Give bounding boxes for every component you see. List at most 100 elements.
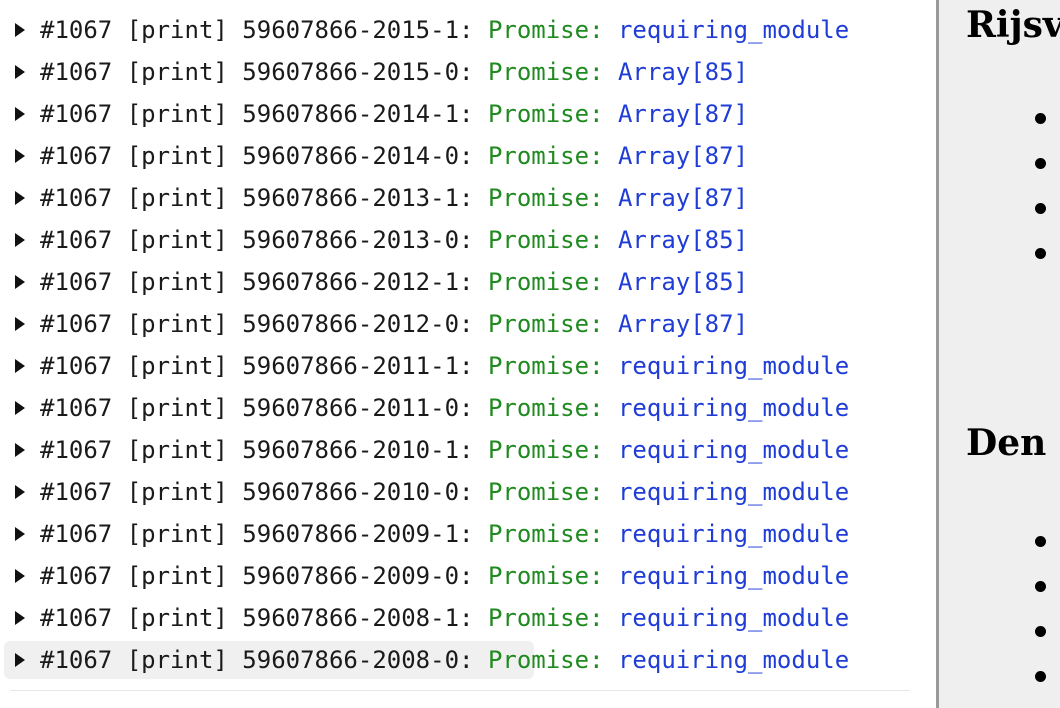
message-type-label: Promise: — [487, 646, 604, 674]
expand-triangle-icon[interactable] — [15, 443, 25, 457]
list-bullet — [1035, 158, 1046, 169]
expand-triangle-icon[interactable] — [15, 569, 25, 583]
message-prefix: #1067 [print] 59607866-2011-0: — [40, 394, 474, 422]
message-prefix: #1067 [print] 59607866-2015-0: — [40, 58, 474, 86]
page-heading-2: Den — [966, 422, 1047, 464]
console-message-text: #1067 [print] 59607866-2012-1: Promise: … — [40, 261, 748, 303]
expand-triangle-icon[interactable] — [15, 653, 25, 667]
message-prefix: #1067 [print] 59607866-2015-1: — [40, 16, 474, 44]
message-value[interactable]: Array[87] — [618, 100, 748, 128]
expand-triangle-icon[interactable] — [15, 485, 25, 499]
expand-triangle-icon[interactable] — [15, 65, 25, 79]
message-value[interactable]: requiring_module — [618, 394, 849, 422]
webpage-viewport: Rijsv Den — [939, 0, 1060, 708]
message-prefix: #1067 [print] 59607866-2008-1: — [40, 604, 474, 632]
expand-triangle-icon[interactable] — [15, 401, 25, 415]
message-prefix: #1067 [print] 59607866-2010-1: — [40, 436, 474, 464]
expand-triangle-icon[interactable] — [15, 149, 25, 163]
list-bullet — [1035, 581, 1046, 592]
console-message-text: #1067 [print] 59607866-2013-1: Promise: … — [40, 177, 748, 219]
message-value[interactable]: requiring_module — [618, 646, 849, 674]
message-type-label: Promise: — [487, 142, 604, 170]
console-message-row[interactable]: #1067 [print] 59607866-2013-0: Promise: … — [0, 219, 936, 261]
page-heading-1: Rijsv — [966, 4, 1060, 46]
expand-triangle-icon[interactable] — [15, 275, 25, 289]
message-value[interactable]: Array[87] — [618, 310, 748, 338]
message-prefix: #1067 [print] 59607866-2008-0: — [40, 646, 474, 674]
console-message-row[interactable]: #1067 [print] 59607866-2010-1: Promise: … — [0, 429, 936, 471]
expand-triangle-icon[interactable] — [15, 359, 25, 373]
expand-triangle-icon[interactable] — [15, 23, 25, 37]
message-type-label: Promise: — [487, 268, 604, 296]
console-message-row[interactable]: #1067 [print] 59607866-2012-0: Promise: … — [0, 303, 936, 345]
console-message-text: #1067 [print] 59607866-2008-1: Promise: … — [40, 597, 849, 639]
console-message-row[interactable]: #1067 [print] 59607866-2008-0: Promise: … — [0, 639, 936, 681]
message-type-label: Promise: — [487, 226, 604, 254]
console-message-row[interactable]: #1067 [print] 59607866-2011-1: Promise: … — [0, 345, 936, 387]
message-prefix: #1067 [print] 59607866-2009-1: — [40, 520, 474, 548]
expand-triangle-icon[interactable] — [15, 233, 25, 247]
console-message-text: #1067 [print] 59607866-2010-0: Promise: … — [40, 471, 849, 513]
message-prefix: #1067 [print] 59607866-2010-0: — [40, 478, 474, 506]
console-message-row[interactable]: #1067 [print] 59607866-2009-0: Promise: … — [0, 555, 936, 597]
message-value[interactable]: requiring_module — [618, 562, 849, 590]
console-message-text: #1067 [print] 59607866-2012-0: Promise: … — [40, 303, 748, 345]
message-type-label: Promise: — [487, 394, 604, 422]
console-message-text: #1067 [print] 59607866-2010-1: Promise: … — [40, 429, 849, 471]
message-type-label: Promise: — [487, 100, 604, 128]
message-value[interactable]: Array[85] — [618, 268, 748, 296]
console-message-row[interactable]: #1067 [print] 59607866-2008-1: Promise: … — [0, 597, 936, 639]
list-bullet — [1035, 671, 1046, 682]
list-bullet — [1035, 113, 1046, 124]
message-type-label: Promise: — [487, 16, 604, 44]
message-type-label: Promise: — [487, 436, 604, 464]
message-value[interactable]: requiring_module — [618, 520, 849, 548]
expand-triangle-icon[interactable] — [15, 191, 25, 205]
message-type-label: Promise: — [487, 58, 604, 86]
console-message-text: #1067 [print] 59607866-2011-1: Promise: … — [40, 345, 849, 387]
message-value[interactable]: requiring_module — [618, 352, 849, 380]
console-message-text: #1067 [print] 59607866-2014-1: Promise: … — [40, 93, 748, 135]
console-message-row[interactable]: #1067 [print] 59607866-2014-0: Promise: … — [0, 135, 936, 177]
message-type-label: Promise: — [487, 520, 604, 548]
message-value[interactable]: requiring_module — [618, 604, 849, 632]
message-prefix: #1067 [print] 59607866-2009-0: — [40, 562, 474, 590]
message-value[interactable]: Array[85] — [618, 226, 748, 254]
console-message-row[interactable]: #1067 [print] 59607866-2013-1: Promise: … — [0, 177, 936, 219]
console-message-row[interactable]: #1067 [print] 59607866-2012-1: Promise: … — [0, 261, 936, 303]
message-prefix: #1067 [print] 59607866-2012-0: — [40, 310, 474, 338]
message-type-label: Promise: — [487, 184, 604, 212]
message-type-label: Promise: — [487, 310, 604, 338]
console-message-row[interactable]: #1067 [print] 59607866-2011-0: Promise: … — [0, 387, 936, 429]
list-bullet — [1035, 248, 1046, 259]
expand-triangle-icon[interactable] — [15, 527, 25, 541]
expand-triangle-icon[interactable] — [15, 317, 25, 331]
message-type-label: Promise: — [487, 478, 604, 506]
console-message-row[interactable]: #1067 [print] 59607866-2015-0: Promise: … — [0, 51, 936, 93]
console-message-row[interactable]: #1067 [print] 59607866-2009-1: Promise: … — [0, 513, 936, 555]
message-prefix: #1067 [print] 59607866-2014-1: — [40, 100, 474, 128]
message-value[interactable]: requiring_module — [618, 436, 849, 464]
console-message-text: #1067 [print] 59607866-2015-1: Promise: … — [40, 9, 849, 51]
console-message-text: #1067 [print] 59607866-2013-0: Promise: … — [40, 219, 748, 261]
console-divider — [10, 690, 910, 691]
console-message-row[interactable]: #1067 [print] 59607866-2015-1: Promise: … — [0, 9, 936, 51]
console-message-text: #1067 [print] 59607866-2014-0: Promise: … — [40, 135, 748, 177]
list-bullet — [1035, 626, 1046, 637]
message-value[interactable]: Array[85] — [618, 58, 748, 86]
console-message-text: #1067 [print] 59607866-2011-0: Promise: … — [40, 387, 849, 429]
message-value[interactable]: Array[87] — [618, 142, 748, 170]
message-value[interactable]: requiring_module — [618, 478, 849, 506]
console-message-row[interactable]: #1067 [print] 59607866-2010-0: Promise: … — [0, 471, 936, 513]
message-prefix: #1067 [print] 59607866-2014-0: — [40, 142, 474, 170]
message-value[interactable]: requiring_module — [618, 16, 849, 44]
message-type-label: Promise: — [487, 604, 604, 632]
expand-triangle-icon[interactable] — [15, 107, 25, 121]
console-message-row[interactable]: #1067 [print] 59607866-2014-1: Promise: … — [0, 93, 936, 135]
message-value[interactable]: Array[87] — [618, 184, 748, 212]
message-type-label: Promise: — [487, 352, 604, 380]
expand-triangle-icon[interactable] — [15, 611, 25, 625]
console-message-text: #1067 [print] 59607866-2009-0: Promise: … — [40, 555, 849, 597]
message-prefix: #1067 [print] 59607866-2013-1: — [40, 184, 474, 212]
console-message-text: #1067 [print] 59607866-2015-0: Promise: … — [40, 51, 748, 93]
